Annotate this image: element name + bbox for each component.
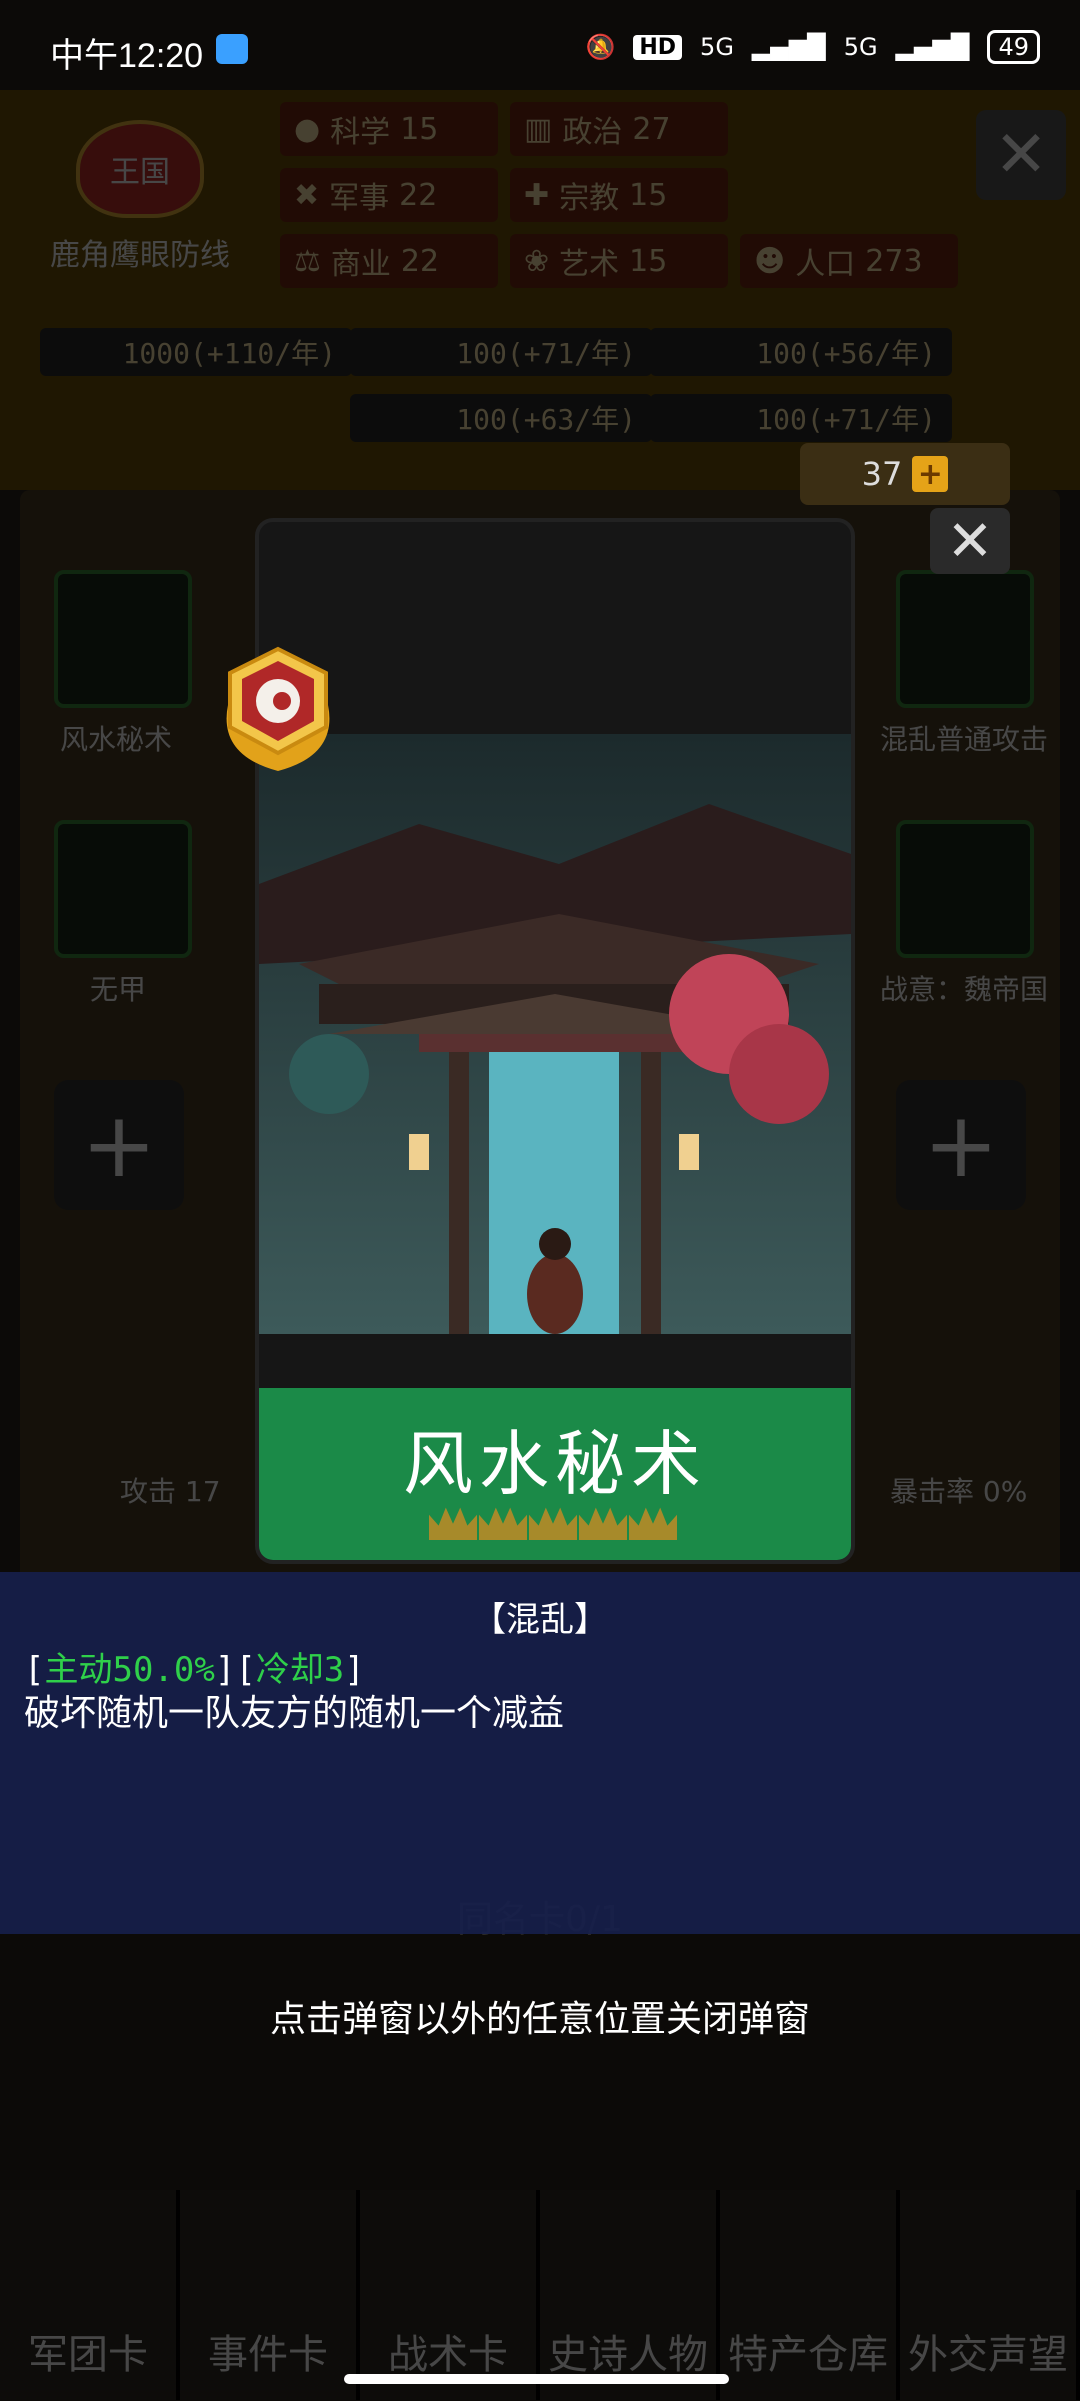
slot-left-mid-label: 无甲: [90, 973, 147, 1006]
slot-right-top-label: 混乱普通攻击: [880, 723, 1049, 756]
person-icon: ☻: [754, 243, 786, 279]
resource-gold: 1000(+110/年): [40, 328, 352, 376]
counter-value: 37: [861, 455, 903, 493]
cloud-icon: [216, 34, 248, 64]
card-artwork: [259, 734, 851, 1334]
crown-icon: [579, 1507, 627, 1540]
resource-wood: 100(+71/年): [350, 328, 652, 376]
signal-icon: 5G: [700, 33, 734, 61]
home-indicator[interactable]: [344, 2374, 729, 2384]
close-icon[interactable]: ✕: [976, 110, 1066, 200]
cross-icon: ✚: [524, 177, 550, 213]
kingdom-badge: 王国: [76, 120, 204, 218]
hd-icon: HD: [633, 34, 683, 60]
close-hint[interactable]: 点击弹窗以外的任意位置关闭弹窗: [0, 1990, 1080, 2042]
signal-bars-icon: ▂▄▆█: [751, 33, 826, 61]
nav-tactic-cards[interactable]: 战术卡: [360, 2190, 540, 2400]
add-slot-right-button[interactable]: +: [896, 1080, 1026, 1210]
slot-left-top[interactable]: [54, 570, 192, 708]
slot-left-mid[interactable]: [54, 820, 192, 958]
nav-diplomacy[interactable]: 外交声望: [900, 2190, 1080, 2400]
add-icon[interactable]: +: [912, 456, 949, 492]
skill-description-panel: 【混乱】 [主动50.0%][冷却3] 破坏随机一队友方的随机一个减益: [0, 1572, 1080, 1934]
stat-art: ❀ 艺术 15: [510, 234, 728, 288]
bottom-nav: 军团卡 事件卡 战术卡 史诗人物 特产仓库 外交声望: [0, 2190, 1080, 2400]
signal-bars-icon-2: ▂▄▆█: [895, 33, 970, 61]
kingdom-name: 鹿角鹰眼防线: [50, 238, 230, 273]
resource-stone: 100(+56/年): [650, 328, 952, 376]
planet-icon: ●: [294, 111, 321, 147]
nav-epic-figures[interactable]: 史诗人物: [540, 2190, 720, 2400]
stat-science: ● 科学 15: [280, 102, 498, 156]
scale-icon: ⚖: [294, 243, 321, 279]
card-stars: [429, 1504, 677, 1540]
add-slot-left-button[interactable]: +: [54, 1080, 184, 1210]
nav-legion-cards[interactable]: 军团卡: [0, 2190, 180, 2400]
nav-specialty-storage[interactable]: 特产仓库: [720, 2190, 900, 2400]
crown-icon: [529, 1507, 577, 1540]
status-bar: 中午12:20 🔕 HD 5G ▂▄▆█ 5G ▂▄▆█ 49: [0, 0, 1080, 100]
resource-iron: 100(+63/年): [350, 394, 652, 442]
slot-right-mid-label: 战意：魏帝国: [880, 973, 1049, 1006]
lotus-icon: ❀: [524, 243, 550, 279]
attack-stat: 攻击 17: [120, 1475, 221, 1508]
eye-medal-icon: [226, 646, 330, 771]
mute-icon: 🔕: [585, 33, 616, 61]
slot-left-top-label: 风水秘术: [60, 723, 173, 756]
crown-icon: [429, 1507, 477, 1540]
pillar-icon: ▥: [524, 111, 553, 147]
skill-effect: 破坏随机一队友方的随机一个减益: [24, 1693, 565, 1734]
crit-stat: 暴击率 0%: [890, 1475, 1028, 1508]
crown-icon: [479, 1507, 527, 1540]
kingdom-emblem[interactable]: 王国 鹿角鹰眼防线: [40, 120, 240, 280]
crossed-tools-icon: ✖: [294, 177, 320, 213]
kingdom-topbar: 王国 鹿角鹰眼防线 ● 科学 15 ▥ 政治 27 ✖ 军事 22 ✚ 宗教 15 ⚖ 商业 22 …: [0, 90, 1080, 490]
stat-religion: ✚ 宗教 15: [510, 168, 728, 222]
nav-event-cards[interactable]: 事件卡: [180, 2190, 360, 2400]
card-close-icon[interactable]: ✕: [930, 508, 1010, 574]
resource-meat: 100(+71/年): [650, 394, 952, 442]
stat-military: ✖ 军事 22: [280, 168, 498, 222]
slot-right-mid[interactable]: [896, 820, 1034, 958]
crown-icon: [629, 1507, 677, 1540]
signal-icon-2: 5G: [843, 33, 878, 61]
status-time: 中午12:20: [50, 37, 204, 75]
stat-commerce: ⚖ 商业 22: [280, 234, 498, 288]
skill-tag: 【混乱】: [472, 1600, 608, 1640]
stat-politics: ▥ 政治 27: [510, 102, 728, 156]
card-name-bar: 风水秘术: [259, 1388, 851, 1560]
battery-icon: 49: [987, 30, 1040, 64]
status-indicators: 🔕 HD 5G ▂▄▆█ 5G ▂▄▆█ 49: [585, 30, 1040, 64]
card-counter: 37 +: [800, 443, 1010, 505]
stat-population: ☻ 人口 273: [740, 234, 958, 288]
card-name: 风水秘术: [403, 1423, 707, 1505]
slot-right-top[interactable]: [896, 570, 1034, 708]
